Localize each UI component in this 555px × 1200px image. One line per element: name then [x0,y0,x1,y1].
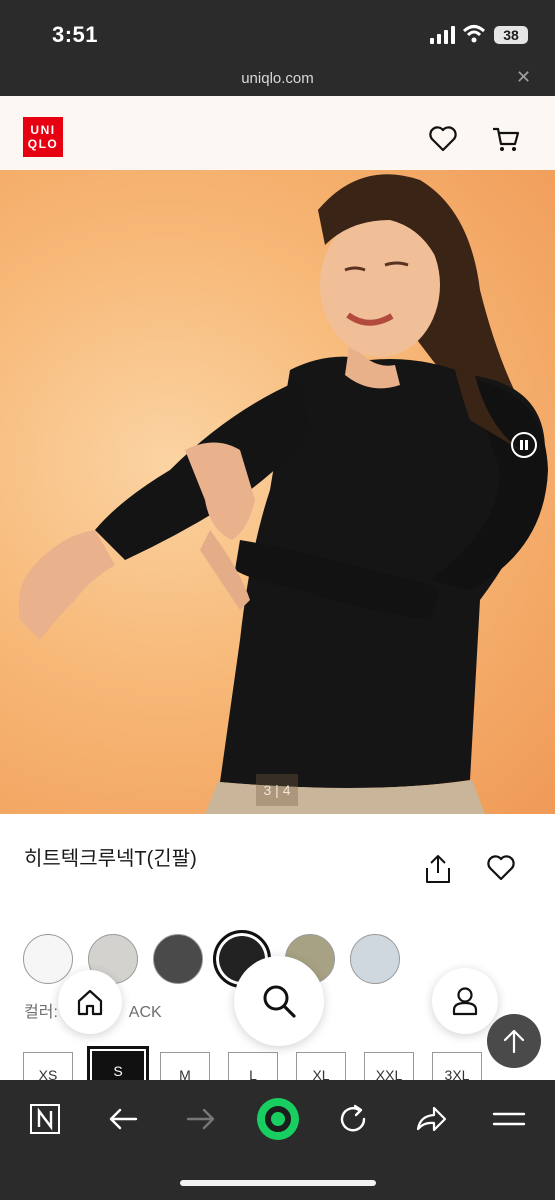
home-indicator [180,1180,376,1186]
home-button[interactable] [58,970,122,1034]
color-swatch[interactable] [153,934,203,984]
scroll-top-button[interactable] [487,1014,541,1068]
wifi-icon [462,25,486,43]
arrow-up-icon [503,1029,525,1054]
heart-icon[interactable] [428,124,458,154]
battery-indicator: 38 [494,26,528,44]
cart-icon[interactable] [491,124,521,154]
back-arrow-icon[interactable] [106,1102,140,1136]
color-label-value: ACK [128,1004,162,1021]
color-label-prefix: 컬러: [24,1004,58,1021]
home-icon [77,989,103,1016]
product-title: 히트텍크루넥T(긴팔) [24,848,197,870]
green-dot-icon[interactable] [256,1097,300,1141]
logo-line-2: QLO [27,137,59,151]
color-swatch[interactable] [23,934,73,984]
uniqlo-logo[interactable]: UNI QLO [23,117,63,157]
close-icon[interactable]: ✕ [516,67,531,88]
status-time: 3:51 [52,22,99,47]
image-counter: 3 | 4 [256,774,298,806]
url-bar[interactable]: uniqlo.com ✕ [0,62,555,96]
forward-arrow-icon[interactable] [184,1102,218,1136]
url-text[interactable]: uniqlo.com [0,70,555,87]
signal-icon [430,26,455,44]
account-button[interactable] [432,968,498,1034]
page: 3:51 38 uniqlo.com ✕ UNI QLO 3 | 4 히트텍크루… [0,0,555,1200]
site-header: UNI QLO [0,96,555,170]
search-icon [263,985,296,1018]
share-arrow-icon[interactable] [414,1102,448,1136]
search-button[interactable] [234,956,324,1046]
logo-line-1: UNI [30,123,56,137]
naver-n-icon[interactable] [28,1102,62,1136]
status-bar: 3:51 38 [0,0,555,62]
refresh-icon[interactable] [336,1102,370,1136]
pause-icon[interactable] [511,432,537,458]
color-swatch[interactable] [350,934,400,984]
menu-icon[interactable] [492,1102,526,1136]
user-icon [452,987,478,1016]
product-hero-image[interactable]: 3 | 4 [0,170,555,814]
model-illustration [18,174,548,814]
share-icon[interactable] [424,854,452,884]
heart-icon[interactable] [486,854,516,882]
